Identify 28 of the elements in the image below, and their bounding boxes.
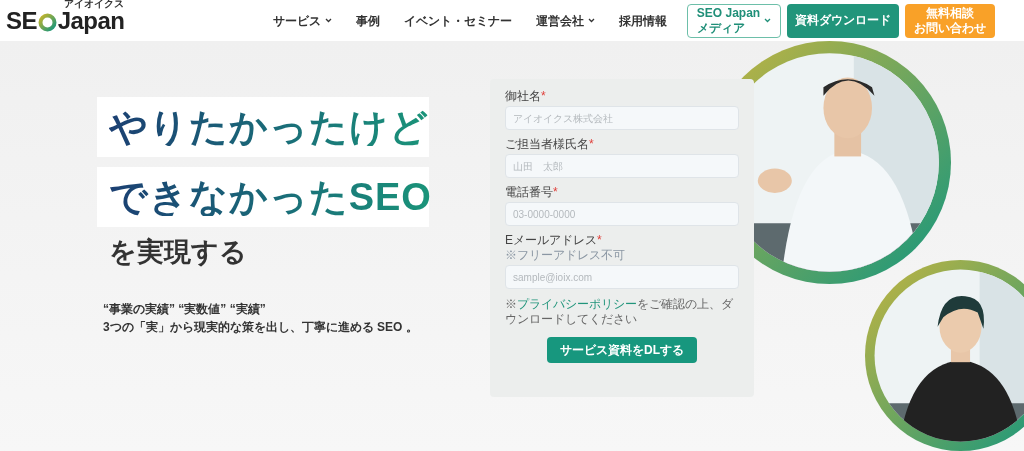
nav-link[interactable]: 運営会社 bbox=[536, 11, 595, 30]
nav-link[interactable]: イベント・セミナー bbox=[404, 11, 512, 30]
required-mark: * bbox=[589, 137, 594, 151]
input-field[interactable]: sample@ioix.com bbox=[505, 265, 739, 289]
tagline: “事業の実績” “実数値” “実績” bbox=[103, 301, 267, 318]
required-mark: * bbox=[553, 185, 558, 199]
logo-ring-icon bbox=[37, 12, 57, 32]
required-mark: * bbox=[541, 89, 546, 103]
input-field[interactable]: 03-0000-0000 bbox=[505, 202, 739, 226]
headline-text: を実現する bbox=[109, 239, 248, 266]
headline-text: できなかったSEO bbox=[109, 178, 432, 216]
required-mark: * bbox=[597, 233, 602, 247]
headline-text: やりたかったけど bbox=[109, 108, 429, 146]
field-label: 御社名 bbox=[505, 89, 541, 103]
field-label: ご担当者様氏名 bbox=[505, 137, 589, 151]
field-label: 電話番号 bbox=[505, 185, 553, 199]
nav-link[interactable]: 事例 bbox=[356, 11, 380, 30]
header-button[interactable]: SEO Japan メディア bbox=[687, 3, 781, 38]
logo-text: Japan bbox=[57, 8, 125, 33]
nav-link[interactable]: 採用情報 bbox=[619, 11, 667, 30]
consent-text: ※プライバシーポリシーをご確認の上、ダウンロードしてください bbox=[505, 297, 734, 327]
submit-button[interactable]: サービス資料をDLする bbox=[547, 337, 697, 363]
logo-text: SE bbox=[6, 8, 37, 33]
header-button[interactable]: 資料ダウンロード bbox=[787, 3, 899, 38]
field-label: Eメールアドレス bbox=[505, 233, 597, 247]
nav-link[interactable]: サービス bbox=[273, 11, 332, 30]
description: 3つの「実」から現実的な策を出し、丁寧に進める SEO 。 bbox=[103, 319, 419, 336]
field-note: ※フリーアドレス不可 bbox=[505, 248, 626, 262]
